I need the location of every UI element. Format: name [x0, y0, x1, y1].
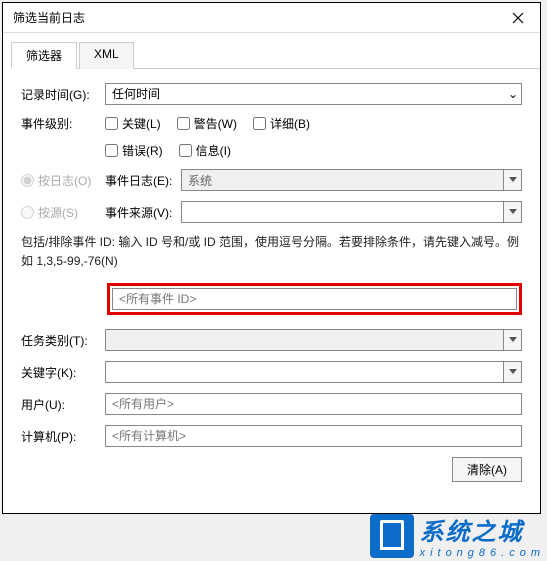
- cb-critical[interactable]: 关键(L): [105, 115, 161, 132]
- row-keywords: 关键字(K):: [21, 361, 522, 383]
- label-event-source: 事件来源(V):: [105, 204, 181, 221]
- input-computer[interactable]: [105, 425, 522, 447]
- label-computer: 计算机(P):: [21, 428, 105, 445]
- label-log-time: 记录时间(G):: [21, 86, 105, 103]
- row-task-category: 任务类别(T):: [21, 329, 522, 351]
- checkbox-error[interactable]: [105, 144, 118, 157]
- clear-button[interactable]: 清除(A): [452, 457, 522, 482]
- chevron-down-icon: [509, 209, 517, 215]
- label-task-category: 任务类别(T):: [21, 332, 105, 349]
- label-event-log: 事件日志(E):: [105, 172, 181, 189]
- close-button[interactable]: [496, 3, 540, 33]
- label-event-level: 事件级别:: [21, 115, 105, 132]
- cb-warning[interactable]: 警告(W): [177, 115, 237, 132]
- watermark-text: 系统之城 xitong86.com: [420, 512, 545, 559]
- input-event-id[interactable]: [112, 288, 517, 310]
- radio-by-source-input: [21, 206, 34, 219]
- watermark-cn: 系统之城: [420, 512, 545, 547]
- row-computer: 计算机(P):: [21, 425, 522, 447]
- watermark-icon: [370, 514, 414, 558]
- button-row: 清除(A): [21, 457, 522, 482]
- input-user[interactable]: [105, 393, 522, 415]
- row-event-level-2: 错误(R) 信息(I): [105, 142, 522, 159]
- chevron-down-icon: [509, 369, 517, 375]
- radio-by-log-input: [21, 174, 34, 187]
- dropdown-event-log: [504, 169, 522, 191]
- checkbox-verbose[interactable]: [253, 117, 266, 130]
- row-event-level: 事件级别: 关键(L) 警告(W) 详细(B): [21, 115, 522, 132]
- tab-filter[interactable]: 筛选器: [11, 42, 77, 69]
- event-id-highlight: [107, 283, 522, 315]
- watermark: 系统之城 xitong86.com: [370, 512, 545, 559]
- tab-xml[interactable]: XML: [79, 42, 134, 69]
- select-log-time[interactable]: 任何时间: [105, 83, 522, 105]
- chevron-down-icon: [509, 177, 517, 183]
- combo-keywords[interactable]: [105, 361, 504, 383]
- row-log-time: 记录时间(G): 任何时间 ⌄: [21, 83, 522, 105]
- combo-event-log: [181, 169, 504, 191]
- event-id-description: 包括/排除事件 ID: 输入 ID 号和/或 ID 范围，使用逗号分隔。若要排除…: [21, 233, 522, 271]
- combo-task-category: [105, 329, 504, 351]
- content-area: 记录时间(G): 任何时间 ⌄ 事件级别: 关键(L) 警告(W) 详细(B) …: [3, 69, 540, 492]
- dropdown-event-source[interactable]: [504, 201, 522, 223]
- cb-info[interactable]: 信息(I): [179, 142, 231, 159]
- row-user: 用户(U):: [21, 393, 522, 415]
- row-by-source: 按源(S) 事件来源(V):: [21, 201, 522, 223]
- label-keywords: 关键字(K):: [21, 364, 105, 381]
- checkbox-critical[interactable]: [105, 117, 118, 130]
- titlebar: 筛选当前日志: [3, 3, 540, 33]
- dropdown-task-category: [504, 329, 522, 351]
- checkbox-group-level: 关键(L) 警告(W) 详细(B): [105, 115, 310, 132]
- label-user: 用户(U):: [21, 396, 105, 413]
- dialog-title: 筛选当前日志: [13, 9, 85, 26]
- close-icon: [512, 12, 524, 24]
- watermark-url: xitong86.com: [420, 547, 545, 559]
- combo-event-source[interactable]: [181, 201, 504, 223]
- cb-error[interactable]: 错误(R): [105, 142, 163, 159]
- checkbox-group-level-2: 错误(R) 信息(I): [105, 142, 231, 159]
- chevron-down-icon: [509, 337, 517, 343]
- row-by-log: 按日志(O) 事件日志(E):: [21, 169, 522, 191]
- dropdown-keywords[interactable]: [504, 361, 522, 383]
- checkbox-warning[interactable]: [177, 117, 190, 130]
- tab-bar: 筛选器 XML: [11, 41, 540, 69]
- checkbox-info[interactable]: [179, 144, 192, 157]
- radio-by-log: 按日志(O): [21, 172, 105, 189]
- radio-by-source: 按源(S): [21, 204, 105, 221]
- cb-verbose[interactable]: 详细(B): [253, 115, 310, 132]
- filter-log-dialog: 筛选当前日志 筛选器 XML 记录时间(G): 任何时间 ⌄ 事件级别: 关键(…: [2, 2, 541, 514]
